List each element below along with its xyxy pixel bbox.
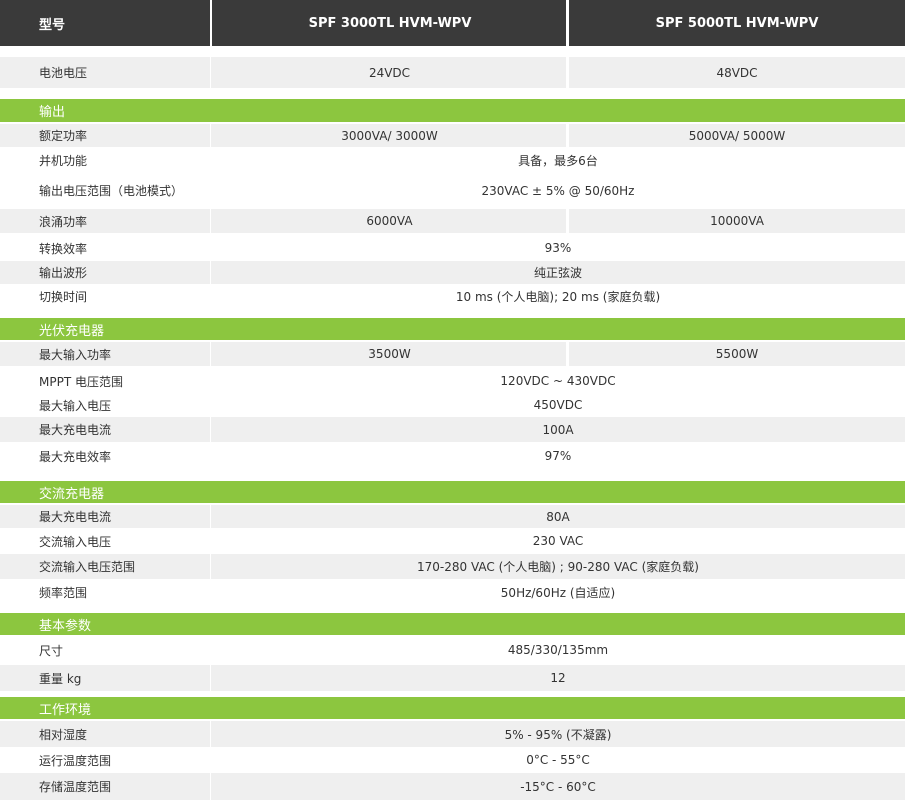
value-shared: 93% [211,236,905,260]
table-row: 最大充电电流 80A [0,505,905,528]
table-row: 相对湿度 5% - 95% (不凝露) [0,721,905,747]
table-row: 输出波形 纯正弦波 [0,261,905,284]
row-label: 切换时间 [0,285,210,307]
table-row: 重量 kg 12 [0,665,905,691]
value-shared: 230 VAC [211,529,905,553]
row-label: 输出电压范围（电池模式） [0,173,210,208]
row-label: 电池电压 [0,57,210,88]
row-label: 并机功能 [0,148,210,172]
section-title: 交流充电器 [0,481,905,503]
table-row: MPPT 电压范围 120VDC ~ 430VDC [0,368,905,394]
row-label: 交流输入电压范围 [0,554,210,579]
table-row: 最大输入功率 3500W 5500W [0,342,905,366]
row-label: 额定功率 [0,124,210,147]
value-model-1: 3500W [211,342,568,366]
section-header-pv-charger: 光伏充电器 [0,318,905,340]
table-row: 最大充电电流 100A [0,417,905,442]
model-2-heading: SPF 5000TL HVM-WPV [566,0,905,46]
table-row: 切换时间 10 ms (个人电脑); 20 ms (家庭负载) [0,285,905,307]
row-label: 频率范围 [0,580,210,604]
value-shared: -15°C - 60°C [211,773,905,800]
row-label: 转换效率 [0,236,210,260]
value-model-2: 10000VA [566,209,905,233]
row-label: MPPT 电压范围 [0,368,210,394]
section-header-output: 输出 [0,99,905,122]
value-shared: 97% [211,443,905,469]
value-shared: 12 [211,665,905,691]
value-shared: 485/330/135mm [211,637,905,663]
table-row: 交流输入电压 230 VAC [0,529,905,553]
value-shared: 10 ms (个人电脑); 20 ms (家庭负载) [211,285,905,307]
table-row: 最大充电效率 97% [0,443,905,469]
row-label: 存储温度范围 [0,773,210,800]
section-title: 输出 [0,99,905,122]
value-model-2: 48VDC [566,57,905,88]
value-shared: 100A [211,417,905,442]
value-shared: 5% - 95% (不凝露) [211,721,905,747]
value-shared: 纯正弦波 [211,261,905,284]
table-row: 交流输入电压范围 170-280 VAC (个人电脑) ; 90-280 VAC… [0,554,905,579]
table-header: 型号 SPF 3000TL HVM-WPV SPF 5000TL HVM-WPV [0,0,905,46]
row-label: 运行温度范围 [0,748,210,772]
table-row: 电池电压 24VDC 48VDC [0,57,905,88]
table-row: 最大输入电压 450VDC [0,394,905,416]
value-shared: 230VAC ± 5% @ 50/60Hz [211,173,905,208]
row-label: 输出波形 [0,261,210,284]
section-header-basic: 基本参数 [0,613,905,635]
value-model-1: 24VDC [211,57,568,88]
section-title: 基本参数 [0,613,905,635]
row-label: 交流输入电压 [0,529,210,553]
row-label: 重量 kg [0,665,210,691]
spec-table: 型号 SPF 3000TL HVM-WPV SPF 5000TL HVM-WPV… [0,0,905,804]
section-title: 工作环境 [0,697,905,719]
row-label: 最大充电效率 [0,443,210,469]
value-shared: 450VDC [211,394,905,416]
row-label: 最大输入功率 [0,342,210,366]
value-model-1: 3000VA/ 3000W [211,124,568,147]
value-shared: 50Hz/60Hz (自适应) [211,580,905,604]
model-1-heading: SPF 3000TL HVM-WPV [211,0,568,46]
row-label: 最大充电电流 [0,505,210,528]
value-model-2: 5500W [566,342,905,366]
value-shared: 80A [211,505,905,528]
section-header-environment: 工作环境 [0,697,905,719]
value-shared: 具备，最多6台 [211,148,905,172]
table-row: 额定功率 3000VA/ 3000W 5000VA/ 5000W [0,124,905,147]
row-label: 浪涌功率 [0,209,210,233]
section-title: 光伏充电器 [0,318,905,340]
value-model-2: 5000VA/ 5000W [566,124,905,147]
table-row: 浪涌功率 6000VA 10000VA [0,209,905,233]
value-shared: 120VDC ~ 430VDC [211,368,905,394]
value-shared: 0°C - 55°C [211,748,905,772]
row-label: 相对湿度 [0,721,210,747]
table-row: 并机功能 具备，最多6台 [0,148,905,172]
row-label: 尺寸 [0,637,210,663]
section-header-ac-charger: 交流充电器 [0,481,905,503]
row-label: 最大输入电压 [0,394,210,416]
table-row: 尺寸 485/330/135mm [0,637,905,663]
table-row: 转换效率 93% [0,236,905,260]
header-label: 型号 [0,0,210,46]
value-shared: 170-280 VAC (个人电脑) ; 90-280 VAC (家庭负载) [211,554,905,579]
table-row: 频率范围 50Hz/60Hz (自适应) [0,580,905,604]
table-row: 运行温度范围 0°C - 55°C [0,748,905,772]
row-label: 最大充电电流 [0,417,210,442]
table-row: 输出电压范围（电池模式） 230VAC ± 5% @ 50/60Hz [0,173,905,208]
value-model-1: 6000VA [211,209,568,233]
table-row: 存储温度范围 -15°C - 60°C [0,773,905,800]
